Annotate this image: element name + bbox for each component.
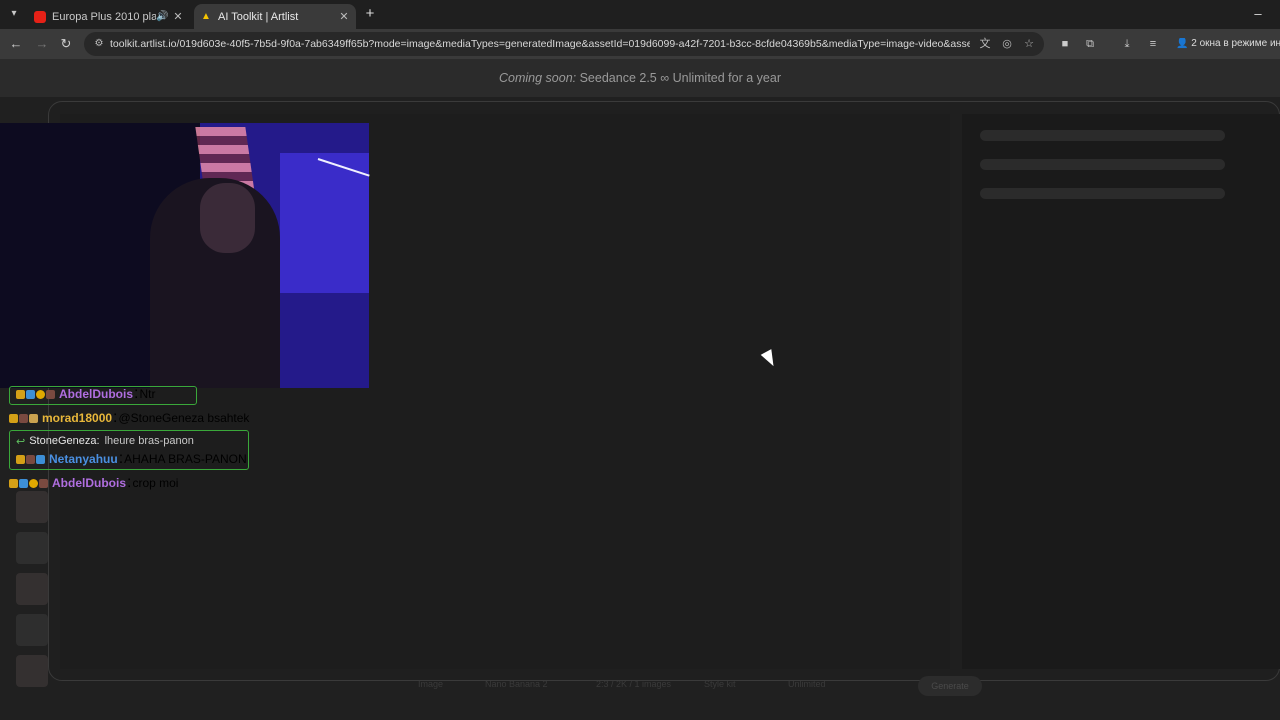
- style-kit-selector[interactable]: Style kit: [704, 679, 736, 689]
- download-icon[interactable]: ⤓: [1120, 37, 1134, 51]
- banner-text: Seedance 2.5 ∞ Unlimited for a year: [576, 71, 781, 85]
- chat-username[interactable]: AbdelDubois: [59, 387, 133, 401]
- flag-badge-icon: [39, 478, 48, 488]
- thumbnail[interactable]: [16, 614, 48, 646]
- flag-badge-icon: [19, 413, 28, 423]
- extension-icon[interactable]: ■: [1058, 37, 1072, 51]
- tab-search-chevron-icon[interactable]: ▾: [6, 6, 22, 22]
- close-icon[interactable]: ✕: [170, 10, 186, 23]
- flag-badge-icon: [26, 454, 35, 464]
- chat-text: crop moi: [132, 476, 179, 490]
- loading-skeleton: [980, 188, 1225, 199]
- sub-badge-icon: [26, 389, 35, 399]
- unlimited-toggle[interactable]: Unlimited: [788, 679, 826, 689]
- loading-skeleton: [980, 159, 1225, 170]
- chat-message: Netanyahuu: AHAHA BRAS-PANON: [16, 450, 247, 468]
- tab-strip: ▾ Europa Plus 2010 playlist - 🔊 ✕ ▲ AI T…: [0, 0, 1280, 29]
- webcam-light: [280, 153, 369, 293]
- coin-badge-icon: [29, 478, 38, 488]
- reply-username[interactable]: StoneGeneza:: [29, 435, 99, 447]
- address-bar[interactable]: ⚙ toolkit.artlist.io/019d603e-40f5-7b5d-…: [84, 32, 1044, 56]
- incognito-indicator[interactable]: 👤 2 окна в режиме инко: [1176, 38, 1280, 49]
- forward-icon[interactable]: →: [34, 36, 50, 52]
- chat-username[interactable]: AbdelDubois: [52, 476, 126, 490]
- back-icon[interactable]: ←: [8, 36, 24, 52]
- loading-skeleton: [980, 130, 1225, 141]
- minimize-icon[interactable]: –: [1250, 6, 1266, 22]
- chat-text: AHAHA BRAS-PANON: [124, 452, 247, 466]
- chat-message: AbdelDubois: Ntr: [16, 385, 155, 403]
- thumbnail-strip: [16, 491, 48, 696]
- model-selector[interactable]: Nano Banana 2: [485, 679, 548, 689]
- reload-icon[interactable]: ↻: [58, 36, 74, 52]
- format-selector[interactable]: 2:3 / 2K / 1 images: [596, 679, 671, 689]
- puzzle-icon[interactable]: ⧉: [1083, 37, 1097, 51]
- new-tab-button[interactable]: +: [362, 6, 378, 22]
- site-info-icon[interactable]: ⚙: [92, 37, 106, 51]
- banner-lead: Coming soon:: [499, 71, 577, 85]
- eye-off-icon[interactable]: ◎: [1000, 37, 1014, 51]
- webcam-face: [200, 183, 255, 253]
- chat-message: AbdelDubois: crop moi: [9, 474, 178, 492]
- tab-title: Europa Plus 2010 playlist -: [52, 10, 156, 23]
- crown-badge-icon: [16, 454, 25, 464]
- crown-badge-icon: [9, 478, 18, 488]
- browser-toolbar: ← → ↻ ⚙ toolkit.artlist.io/019d603e-40f5…: [0, 29, 1280, 59]
- generate-button[interactable]: Generate: [918, 676, 982, 696]
- incognito-label: 2 окна в режиме инко: [1191, 38, 1280, 49]
- chat-reply-context: ↩ StoneGeneza: lheure bras-panon: [16, 432, 194, 450]
- webcam-overlay: [0, 123, 369, 388]
- tab-europa-plus[interactable]: Europa Plus 2010 playlist - 🔊 ✕: [28, 4, 190, 29]
- close-icon[interactable]: ✕: [336, 10, 352, 23]
- chat-username[interactable]: morad18000: [42, 411, 112, 425]
- reading-list-icon[interactable]: ≡: [1146, 37, 1160, 51]
- chat-text: @StoneGeneza bsahtek: [118, 411, 250, 425]
- crown-badge-icon: [16, 389, 25, 399]
- tab-artlist[interactable]: ▲ AI Toolkit | Artlist ✕: [194, 4, 356, 29]
- coin-badge-icon: [36, 389, 45, 399]
- flag-badge-icon: [46, 389, 55, 399]
- chat-text: Ntr: [139, 387, 156, 401]
- reply-text: lheure bras-panon: [104, 435, 194, 447]
- sub-badge-icon: [36, 454, 45, 464]
- sub-badge-icon: [19, 478, 28, 488]
- thumbnail[interactable]: [16, 532, 48, 564]
- incognito-icon: 👤: [1176, 38, 1192, 49]
- chat-username[interactable]: Netanyahuu: [49, 452, 118, 466]
- youtube-icon: [34, 10, 46, 23]
- artlist-icon: ▲: [201, 10, 211, 22]
- reply-icon: ↩: [16, 435, 26, 448]
- speaker-icon[interactable]: 🔊: [156, 11, 170, 22]
- thumbnail[interactable]: [16, 655, 48, 687]
- tab-title: AI Toolkit | Artlist: [218, 10, 299, 23]
- chat-message: morad18000: @StoneGeneza bsahtek: [9, 409, 249, 427]
- translate-icon[interactable]: 文: [978, 37, 992, 51]
- mode-selector[interactable]: Image: [418, 679, 443, 689]
- gift-badge-icon: [29, 413, 38, 423]
- thumbnail[interactable]: [16, 491, 48, 523]
- url-text[interactable]: toolkit.artlist.io/019d603e-40f5-7b5d-9f…: [110, 38, 970, 50]
- bookmark-star-icon[interactable]: ☆: [1022, 37, 1036, 51]
- thumbnail[interactable]: [16, 573, 48, 605]
- crown-badge-icon: [9, 413, 18, 423]
- announcement-banner[interactable]: Coming soon: Seedance 2.5 ∞ Unlimited fo…: [0, 59, 1280, 97]
